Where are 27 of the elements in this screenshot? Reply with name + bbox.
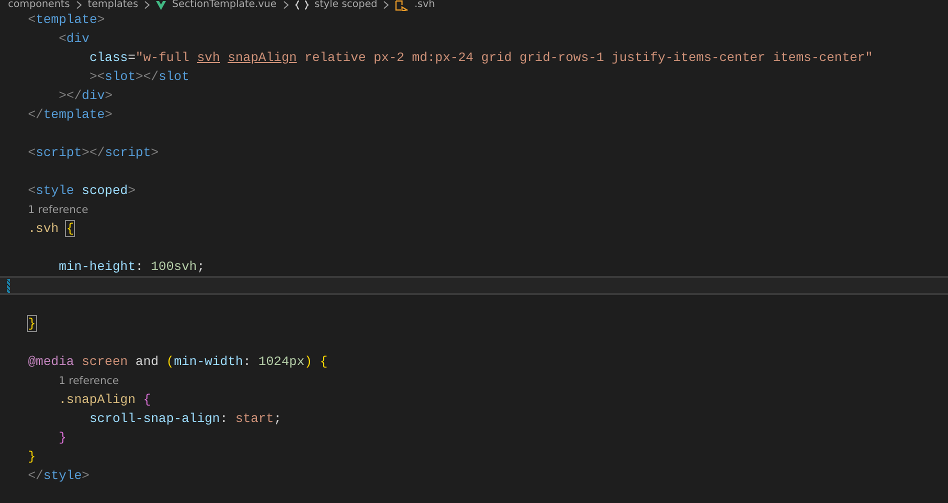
chevron-icon	[144, 1, 150, 9]
code-line: </style>	[28, 468, 90, 483]
breadcrumb-item[interactable]: components	[8, 0, 70, 10]
code-line: @media screen and (min-width: 1024px) {	[28, 354, 328, 369]
code-line: min-height: 100svh;	[58, 259, 205, 274]
chevron-icon	[282, 1, 289, 9]
selector-icon	[395, 0, 408, 10]
chevron-icon	[76, 1, 82, 9]
code-line: .svh {	[28, 221, 74, 236]
codelens-link[interactable]: 1 reference	[28, 204, 88, 216]
code-line: }	[58, 430, 66, 445]
code-line: scroll-snap-align: start;	[89, 411, 282, 426]
code-line: <script></script>	[28, 145, 159, 160]
code-line: ></div>	[58, 88, 112, 103]
code-line: <div	[58, 31, 90, 46]
code-line: ><slot></slot	[89, 69, 190, 84]
code-line: <style scoped>	[28, 183, 136, 198]
v-shape-icon	[156, 0, 166, 10]
code-line: .snapAlign {	[58, 392, 151, 407]
chevron-icon	[383, 1, 390, 9]
braces-icon	[294, 0, 309, 10]
code-line: </template>	[28, 107, 112, 122]
code-line: class="w-full svh snapAlign relative px-2 md:px-24 grid grid-rows-1 justify-items-center items-center"	[89, 50, 873, 65]
code-line: }	[28, 449, 36, 464]
code-line: <template>	[28, 12, 105, 27]
codelens-link[interactable]: 1 reference	[58, 374, 119, 386]
code-line: }	[28, 316, 36, 331]
